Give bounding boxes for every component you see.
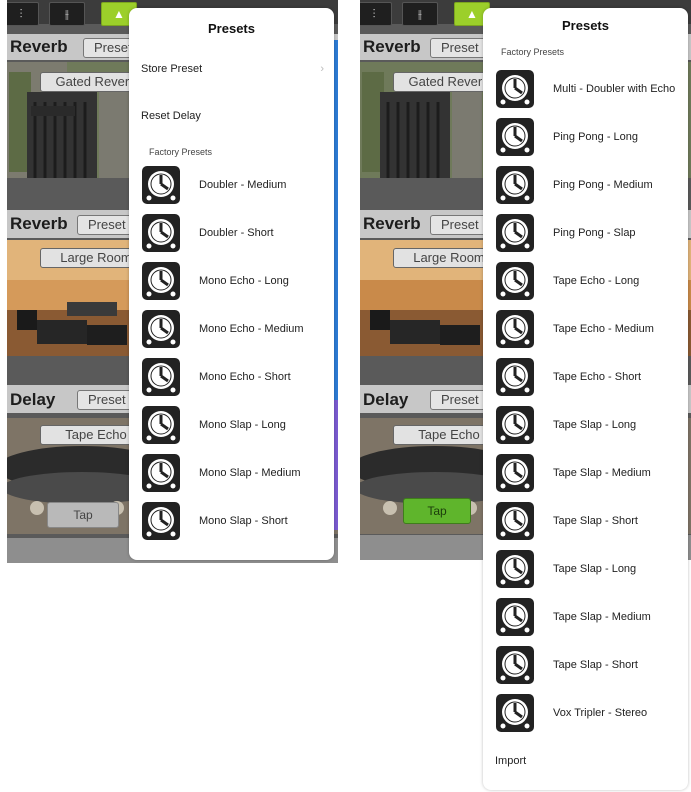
preset-item-label: Mono Echo - Long — [199, 274, 289, 287]
chevron-right-icon: › — [320, 63, 324, 75]
left-section-2-title: Reverb — [10, 214, 68, 233]
preset-list-item[interactable]: Mono Echo - Short — [141, 353, 334, 401]
preset-list-item[interactable]: Mono Echo - Medium — [141, 305, 334, 353]
right-section-2-title: Reverb — [363, 214, 421, 233]
clock-icon — [495, 165, 535, 210]
preset-list-item[interactable]: Ping Pong - Medium — [495, 161, 688, 209]
preset-item-label: Doubler - Medium — [199, 178, 287, 191]
clock-icon — [495, 357, 535, 402]
preset-list-item[interactable]: Tape Echo - Short — [495, 353, 688, 401]
import-item[interactable]: Import — [495, 755, 526, 767]
clock-icon — [495, 453, 535, 498]
preset-item-label: Tape Slap - Long — [553, 418, 637, 431]
preset-list-item[interactable]: Doubler - Short — [141, 209, 334, 257]
preset-item-label: Mono Slap - Medium — [199, 466, 301, 479]
preset-list-item[interactable]: Tape Echo - Long — [495, 257, 688, 305]
left-section-3-title: Delay — [10, 390, 56, 409]
preset-item-label: Mono Echo - Short — [199, 370, 291, 383]
factory-presets-header: Factory Presets — [149, 147, 213, 157]
preset-item-label: Tape Slap - Short — [553, 658, 638, 671]
mixer-icon[interactable]: ⫶ — [360, 2, 392, 26]
factory-presets-header: Factory Presets — [501, 47, 565, 57]
preset-item-label: Vox Tripler - Stereo — [553, 706, 648, 719]
clock-icon — [495, 693, 535, 738]
preset-item-label: Ping Pong - Slap — [553, 226, 636, 239]
preset-list-item[interactable]: Tape Slap - Short — [495, 641, 688, 689]
fader-icon[interactable]: ⫲ — [49, 2, 85, 26]
clock-icon — [141, 453, 181, 498]
preset-item-label: Mono Echo - Medium — [199, 322, 304, 335]
preset-list-item[interactable]: Tape Echo - Medium — [495, 305, 688, 353]
preset-item-label: Tape Slap - Medium — [553, 610, 651, 623]
preset-item-label: Mono Slap - Short — [199, 514, 288, 527]
popover-title: Presets — [208, 21, 255, 36]
preset-list-item[interactable]: Vox Tripler - Stereo — [495, 689, 688, 737]
right-tap-button[interactable]: Tap — [403, 498, 471, 524]
preset-list-item[interactable]: Mono Slap - Long — [141, 401, 334, 449]
clock-icon — [141, 261, 181, 306]
preset-item-label: Tape Echo - Medium — [553, 322, 654, 335]
left-side-accent-purple — [334, 400, 338, 530]
preset-list-item[interactable]: Multi - Doubler with Echo — [495, 65, 688, 113]
reset-delay-item[interactable]: Reset Delay — [141, 110, 201, 122]
clock-icon — [495, 597, 535, 642]
preset-list-item[interactable]: Tape Slap - Long — [495, 545, 688, 593]
preset-item-label: Tape Echo - Short — [553, 370, 642, 383]
preset-item-label: Tape Slap - Long — [553, 562, 637, 575]
clock-icon — [141, 357, 181, 402]
clock-icon — [141, 309, 181, 354]
preset-list-item[interactable]: Mono Slap - Medium — [141, 449, 334, 497]
clock-icon — [495, 213, 535, 258]
store-preset-item[interactable]: Store Preset — [141, 63, 202, 75]
right-presets-popover: Presets Factory Presets Multi - Doubler … — [483, 8, 688, 790]
left-section-1-title: Reverb — [10, 37, 68, 56]
preset-item-label: Ping Pong - Medium — [553, 178, 653, 191]
clock-icon — [495, 117, 535, 162]
preset-list-item[interactable]: Tape Slap - Short — [495, 497, 688, 545]
preset-item-label: Tape Slap - Short — [553, 514, 638, 527]
preset-list-item[interactable]: Doubler - Medium — [141, 161, 334, 209]
preset-list-item[interactable]: Mono Echo - Long — [141, 257, 334, 305]
clock-icon — [495, 501, 535, 546]
left-presets-popover: Presets Store Preset › Reset Delay Facto… — [129, 8, 334, 560]
preset-item-label: Tape Slap - Medium — [553, 466, 651, 479]
preset-item-label: Tape Echo - Long — [553, 274, 640, 287]
preset-item-label: Multi - Doubler with Echo — [553, 82, 676, 95]
preset-list-item[interactable]: Mono Slap - Short — [141, 497, 334, 545]
clock-icon — [141, 501, 181, 546]
clock-icon — [495, 309, 535, 354]
popover-title: Presets — [562, 18, 609, 33]
preset-list-item[interactable]: Tape Slap - Medium — [495, 449, 688, 497]
preset-item-label: Ping Pong - Long — [553, 130, 639, 143]
clock-icon — [495, 645, 535, 690]
fader-icon[interactable]: ⫲ — [402, 2, 438, 26]
right-section-1-title: Reverb — [363, 37, 421, 56]
preset-list-item[interactable]: Tape Slap - Long — [495, 401, 688, 449]
right-section-3-title: Delay — [363, 390, 409, 409]
clock-icon — [495, 405, 535, 450]
left-tap-button[interactable]: Tap — [47, 502, 119, 528]
clock-icon — [495, 69, 535, 114]
clock-icon — [141, 405, 181, 450]
clock-icon — [495, 261, 535, 306]
preset-list-item[interactable]: Ping Pong - Slap — [495, 209, 688, 257]
preset-item-label: Mono Slap - Long — [199, 418, 286, 431]
preset-item-label: Doubler - Short — [199, 226, 274, 239]
clock-icon — [141, 213, 181, 258]
mixer-icon[interactable]: ⫶ — [7, 2, 39, 26]
preset-list-item[interactable]: Ping Pong - Long — [495, 113, 688, 161]
clock-icon — [495, 549, 535, 594]
clock-icon — [141, 165, 181, 210]
left-side-accent-blue — [334, 40, 338, 400]
preset-list-item[interactable]: Tape Slap - Medium — [495, 593, 688, 641]
